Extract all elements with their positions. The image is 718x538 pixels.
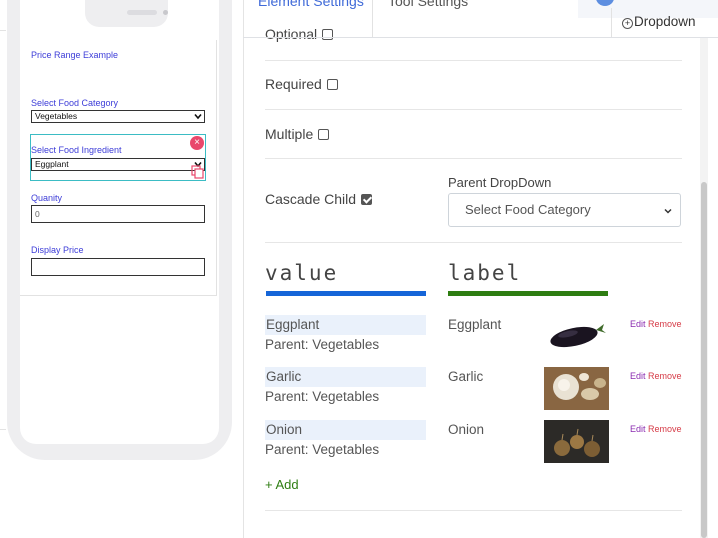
multiple-toggle[interactable]: Multiple	[265, 126, 330, 142]
preview-edge-divider	[0, 30, 6, 430]
option-value-input[interactable]: Eggplant	[265, 315, 426, 335]
parent-dropdown-select[interactable]: Select Food Category	[448, 193, 681, 227]
phone-speaker	[127, 10, 157, 15]
quantity-field-label: Quanity	[31, 193, 63, 203]
remove-option-link[interactable]: Remove	[648, 424, 682, 434]
optional-checkbox[interactable]	[322, 29, 334, 40]
scrollbar-thumb[interactable]	[701, 182, 707, 538]
onion-image	[544, 420, 609, 463]
optional-toggle[interactable]: Optional	[265, 26, 334, 42]
ingredient-select[interactable]: Eggplant	[31, 158, 205, 171]
form-builder-screen: Price Range Example Select Food Category…	[0, 0, 718, 538]
option-value-input[interactable]: Onion	[265, 420, 426, 440]
preview-panel: Price Range Example Select Food Category…	[0, 0, 243, 538]
label-column-bar	[448, 291, 608, 296]
option-label-text[interactable]: Eggplant	[448, 315, 501, 334]
eggplant-image	[544, 315, 609, 358]
divider	[265, 60, 682, 61]
ingredient-select-value: Eggplant	[35, 159, 69, 169]
cascade-child-checkbox[interactable]	[361, 194, 373, 205]
remove-option-link[interactable]: Remove	[648, 319, 682, 329]
garlic-image	[544, 367, 609, 410]
divider	[265, 242, 682, 243]
option-parent-text: Parent: Vegetables	[265, 389, 380, 404]
cascade-child-label: Cascade Child	[265, 191, 357, 207]
tab-element-settings-label: Element Settings	[258, 0, 364, 9]
parent-dropdown-label: Parent DropDown	[448, 175, 552, 190]
chevron-down-icon	[194, 113, 202, 120]
form-title: Price Range Example	[31, 50, 119, 60]
tab-tool-settings-label: Tool Settings	[388, 0, 469, 9]
option-parent-text: Parent: Vegetables	[265, 337, 380, 352]
category-select[interactable]: Vegetables	[31, 110, 205, 123]
circle-plus-icon: +	[622, 18, 633, 29]
tab-tool-settings[interactable]: Tool Settings	[388, 0, 468, 38]
ingredient-field-label: Select Food Ingredient	[31, 145, 122, 155]
value-column-header: value	[265, 261, 339, 285]
option-label-text[interactable]: Onion	[448, 420, 484, 439]
category-select-value: Vegetables	[35, 111, 78, 121]
option-row: Eggplant Parent: Vegetables Eggplant Edi…	[265, 315, 682, 363]
phone-camera	[163, 10, 168, 15]
display-price-input[interactable]	[31, 258, 205, 276]
add-option-link[interactable]: + Add	[265, 477, 299, 492]
remove-field-icon[interactable]: ×	[190, 136, 204, 150]
option-row: Onion Parent: Vegetables Onion Edit Remo…	[265, 420, 682, 468]
required-label: Required	[265, 76, 322, 92]
phone-notch	[85, 0, 168, 27]
edit-option-link[interactable]: Edit	[630, 424, 646, 434]
remove-option-link[interactable]: Remove	[648, 371, 682, 381]
option-value-input[interactable]: Garlic	[265, 367, 426, 387]
copy-field-icon[interactable]	[191, 165, 204, 179]
label-column-header: label	[448, 261, 522, 285]
option-parent-text: Parent: Vegetables	[265, 442, 380, 457]
chevron-down-icon	[664, 208, 672, 214]
category-field-label: Select Food Category	[31, 98, 119, 108]
multiple-label: Multiple	[265, 126, 314, 142]
display-price-label: Display Price	[31, 245, 84, 255]
required-toggle[interactable]: Required	[265, 76, 338, 92]
option-label-text[interactable]: Garlic	[448, 367, 483, 386]
quantity-input[interactable]: 0	[31, 205, 205, 223]
required-checkbox[interactable]	[326, 79, 338, 90]
option-actions: Edit Remove	[630, 371, 682, 381]
divider	[265, 158, 682, 159]
parent-dropdown-value: Select Food Category	[465, 202, 591, 217]
multiple-checkbox[interactable]	[318, 129, 330, 140]
edit-option-link[interactable]: Edit	[630, 371, 646, 381]
divider	[265, 109, 682, 110]
divider	[265, 510, 682, 511]
option-actions: Edit Remove	[630, 319, 682, 329]
dropdown-element-type[interactable]: + Dropdown	[611, 8, 718, 38]
edit-option-link[interactable]: Edit	[630, 319, 646, 329]
dropdown-element-type-label: Dropdown	[634, 14, 696, 29]
option-row: Garlic Parent: Vegetables Garlic Edit Re…	[265, 367, 682, 415]
cascade-child-toggle[interactable]: Cascade Child	[265, 191, 373, 207]
optional-label: Optional	[265, 26, 318, 42]
value-column-bar	[266, 291, 426, 296]
option-actions: Edit Remove	[630, 424, 682, 434]
